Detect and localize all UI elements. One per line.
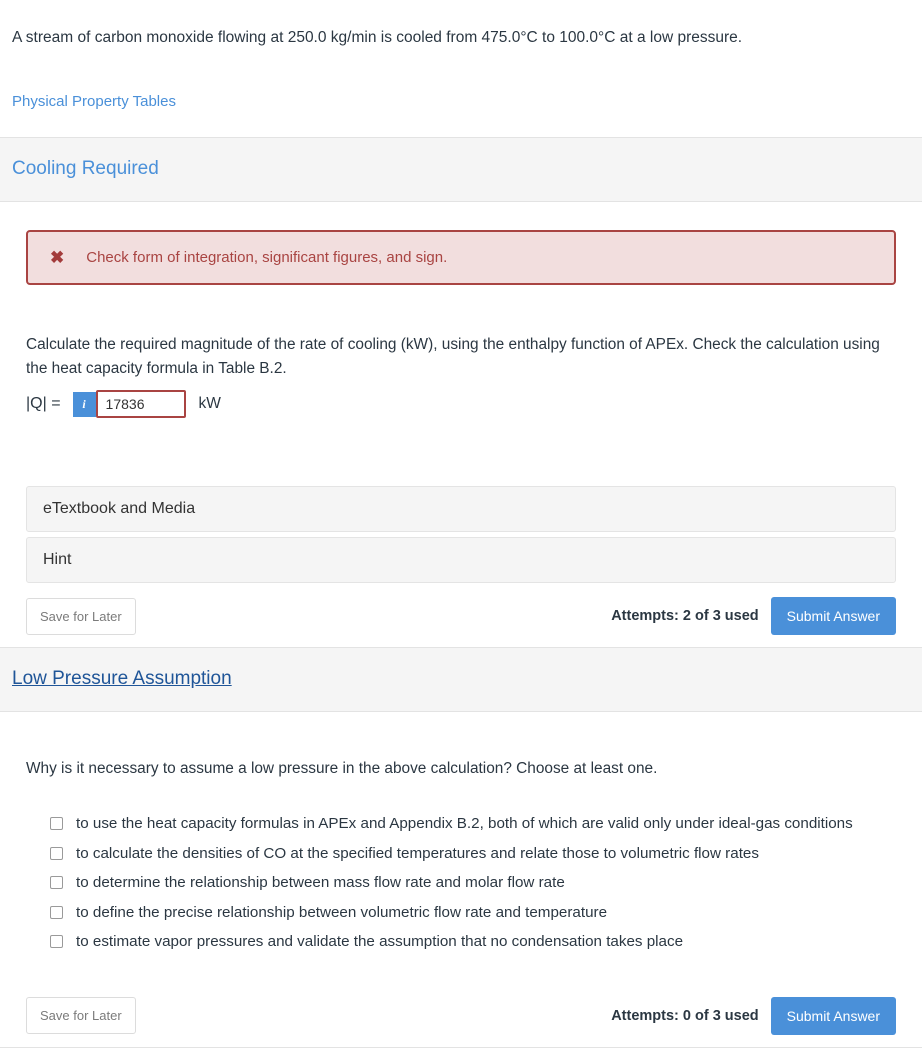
- error-x-icon: ✖: [50, 248, 65, 268]
- physical-property-tables-link-wrap: Physical Property Tables: [0, 49, 922, 110]
- choice-item[interactable]: to calculate the densities of CO at the …: [50, 844, 896, 865]
- question-prompt-cooling: Calculate the required magnitude of the …: [26, 336, 880, 377]
- action-row-low-pressure: Save for Later Attempts: 0 of 3 used Sub…: [26, 996, 896, 1047]
- attempts-counter-cooling: Attempts: 2 of 3 used: [611, 608, 759, 625]
- section-title-low-pressure-assumption[interactable]: Low Pressure Assumption: [12, 668, 232, 690]
- choice-item[interactable]: to determine the relationship between ma…: [50, 873, 896, 894]
- choice-item[interactable]: to estimate vapor pressures and validate…: [50, 932, 896, 953]
- resource-panels: eTextbook and Media Hint: [26, 486, 896, 584]
- answer-unit-kw: kW: [198, 395, 221, 413]
- problem-statement-block: A stream of carbon monoxide flowing at 2…: [0, 0, 922, 49]
- problem-statement-text: A stream of carbon monoxide flowing at 2…: [12, 29, 743, 46]
- section-header-cooling-required: Cooling Required: [0, 138, 922, 203]
- section-title-cooling-required: Cooling Required: [12, 158, 159, 180]
- action-row-cooling: Save for Later Attempts: 2 of 3 used Sub…: [26, 597, 896, 647]
- choice-item[interactable]: to use the heat capacity formulas in APE…: [50, 814, 896, 835]
- question-prompt-low-pressure: Why is it necessary to assume a low pres…: [26, 760, 658, 778]
- error-alert-message: Check form of integration, significant f…: [86, 249, 448, 267]
- choice-label-1[interactable]: to use the heat capacity formulas in APE…: [76, 814, 853, 835]
- choice-label-2[interactable]: to calculate the densities of CO at the …: [76, 844, 759, 865]
- action-right-low-pressure: Attempts: 0 of 3 used Submit Answer: [611, 996, 896, 1035]
- section-divider-2: [0, 1046, 922, 1048]
- choice-checkbox-4[interactable]: [50, 905, 63, 919]
- choice-checkbox-3[interactable]: [50, 876, 63, 890]
- choice-checkbox-5[interactable]: [50, 935, 63, 949]
- save-for-later-button-2[interactable]: Save for Later: [26, 997, 136, 1035]
- error-alert: ✖ Check form of integration, significant…: [26, 230, 896, 286]
- choice-checkbox-2[interactable]: [50, 846, 63, 860]
- answer-input-q[interactable]: [95, 390, 186, 419]
- choice-checkbox-1[interactable]: [50, 817, 63, 831]
- choice-label-5[interactable]: to estimate vapor pressures and validate…: [76, 932, 683, 953]
- section-header-low-pressure-assumption: Low Pressure Assumption: [0, 648, 922, 713]
- answer-row-cooling: |Q| = i kW: [26, 390, 896, 419]
- choice-label-3[interactable]: to determine the relationship between ma…: [76, 873, 565, 894]
- choice-item[interactable]: to define the precise relationship betwe…: [50, 903, 896, 924]
- choice-list: to use the heat capacity formulas in APE…: [26, 814, 896, 953]
- assignment-page: A stream of carbon monoxide flowing at 2…: [0, 0, 922, 1048]
- submit-answer-button[interactable]: Submit Answer: [770, 597, 896, 636]
- info-icon[interactable]: i: [72, 391, 96, 417]
- hint-panel[interactable]: Hint: [26, 537, 896, 584]
- save-for-later-button[interactable]: Save for Later: [26, 597, 136, 635]
- physical-property-tables-link[interactable]: Physical Property Tables: [12, 93, 176, 110]
- choice-label-4[interactable]: to define the precise relationship betwe…: [76, 903, 607, 924]
- question-body-low-pressure: Why is it necessary to assume a low pres…: [0, 760, 922, 1047]
- answer-label-q: |Q| =: [26, 395, 61, 413]
- question-body-cooling-required: ✖ Check form of integration, significant…: [0, 230, 922, 647]
- action-right-cooling: Attempts: 2 of 3 used Submit Answer: [611, 597, 896, 636]
- etextbook-and-media-panel[interactable]: eTextbook and Media: [26, 486, 896, 533]
- attempts-counter-low-pressure: Attempts: 0 of 3 used: [611, 1007, 759, 1024]
- submit-answer-button-2[interactable]: Submit Answer: [770, 996, 896, 1035]
